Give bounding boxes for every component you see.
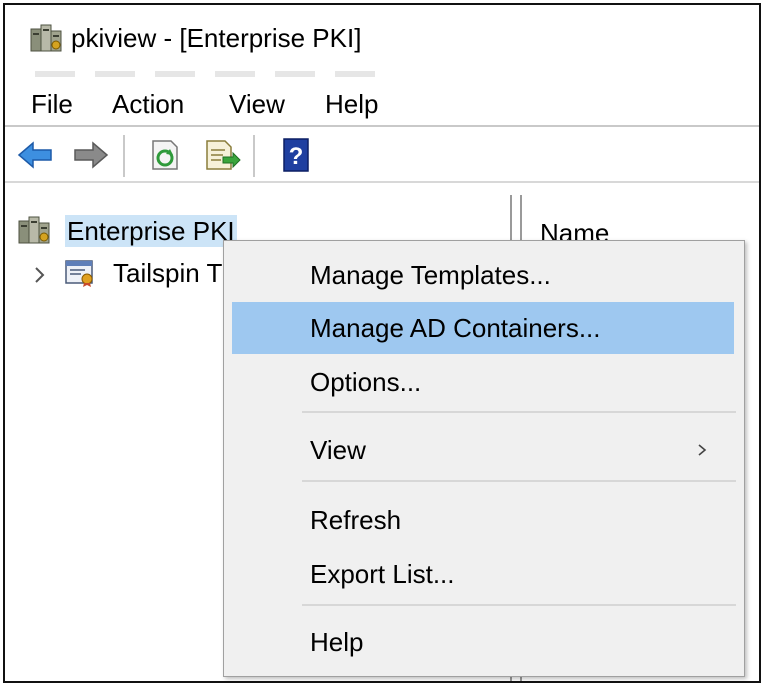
menu-separator: [302, 604, 736, 606]
toolbar-separator: [123, 135, 125, 177]
context-menu: Manage Templates... Manage AD Containers…: [223, 240, 745, 677]
menu-file[interactable]: File: [31, 88, 73, 120]
svg-text:?: ?: [289, 143, 304, 170]
menu-item-label: Help: [310, 627, 364, 657]
submenu-arrow-icon: [698, 444, 707, 456]
app-window: pkiview - [Enterprise PKI] File Action V…: [3, 3, 761, 683]
menu-item-manage-templates[interactable]: Manage Templates...: [232, 249, 734, 301]
clipped-menu-ghost: [35, 71, 395, 77]
window-title: pkiview - [Enterprise PKI]: [71, 23, 362, 53]
menu-item-label: Manage AD Containers...: [310, 313, 601, 343]
menu-bar: File Action View Help: [5, 81, 759, 127]
menu-separator: [302, 411, 736, 413]
refresh-icon[interactable]: [145, 137, 185, 173]
chevron-right-icon[interactable]: [31, 263, 49, 287]
tree-item-label: Enterprise PKI: [65, 215, 237, 247]
menu-help[interactable]: Help: [325, 88, 378, 120]
back-arrow-icon[interactable]: [15, 137, 55, 173]
toolbar: ?: [5, 127, 759, 181]
menu-item-view[interactable]: View: [232, 424, 734, 476]
content-divider: [5, 181, 759, 195]
forward-arrow-icon[interactable]: [71, 137, 111, 173]
title-bar: pkiview - [Enterprise PKI]: [5, 5, 759, 77]
toolbar-separator: [253, 135, 255, 177]
export-list-icon[interactable]: [201, 137, 241, 173]
menu-item-label: Refresh: [310, 505, 402, 535]
menu-item-label: Options...: [310, 367, 422, 397]
help-icon[interactable]: ?: [275, 137, 315, 173]
menu-item-refresh[interactable]: Refresh: [232, 494, 734, 546]
menu-item-label: Manage Templates...: [310, 260, 551, 290]
menu-item-help[interactable]: Help: [232, 616, 734, 668]
menu-action[interactable]: Action: [112, 88, 184, 120]
tree-item-label: Tailspin T: [113, 258, 223, 288]
menu-item-manage-ad-containers[interactable]: Manage AD Containers...: [232, 302, 734, 354]
enterprise-pki-icon: [18, 216, 50, 244]
menu-item-label: View: [310, 435, 366, 465]
menu-view[interactable]: View: [229, 88, 285, 120]
menu-item-options[interactable]: Options...: [232, 356, 734, 408]
certificate-authority-icon: [65, 260, 93, 287]
menu-item-export-list[interactable]: Export List...: [232, 548, 734, 600]
enterprise-pki-app-icon: [30, 24, 62, 52]
menu-separator: [302, 480, 736, 482]
menu-item-label: Export List...: [310, 559, 455, 589]
